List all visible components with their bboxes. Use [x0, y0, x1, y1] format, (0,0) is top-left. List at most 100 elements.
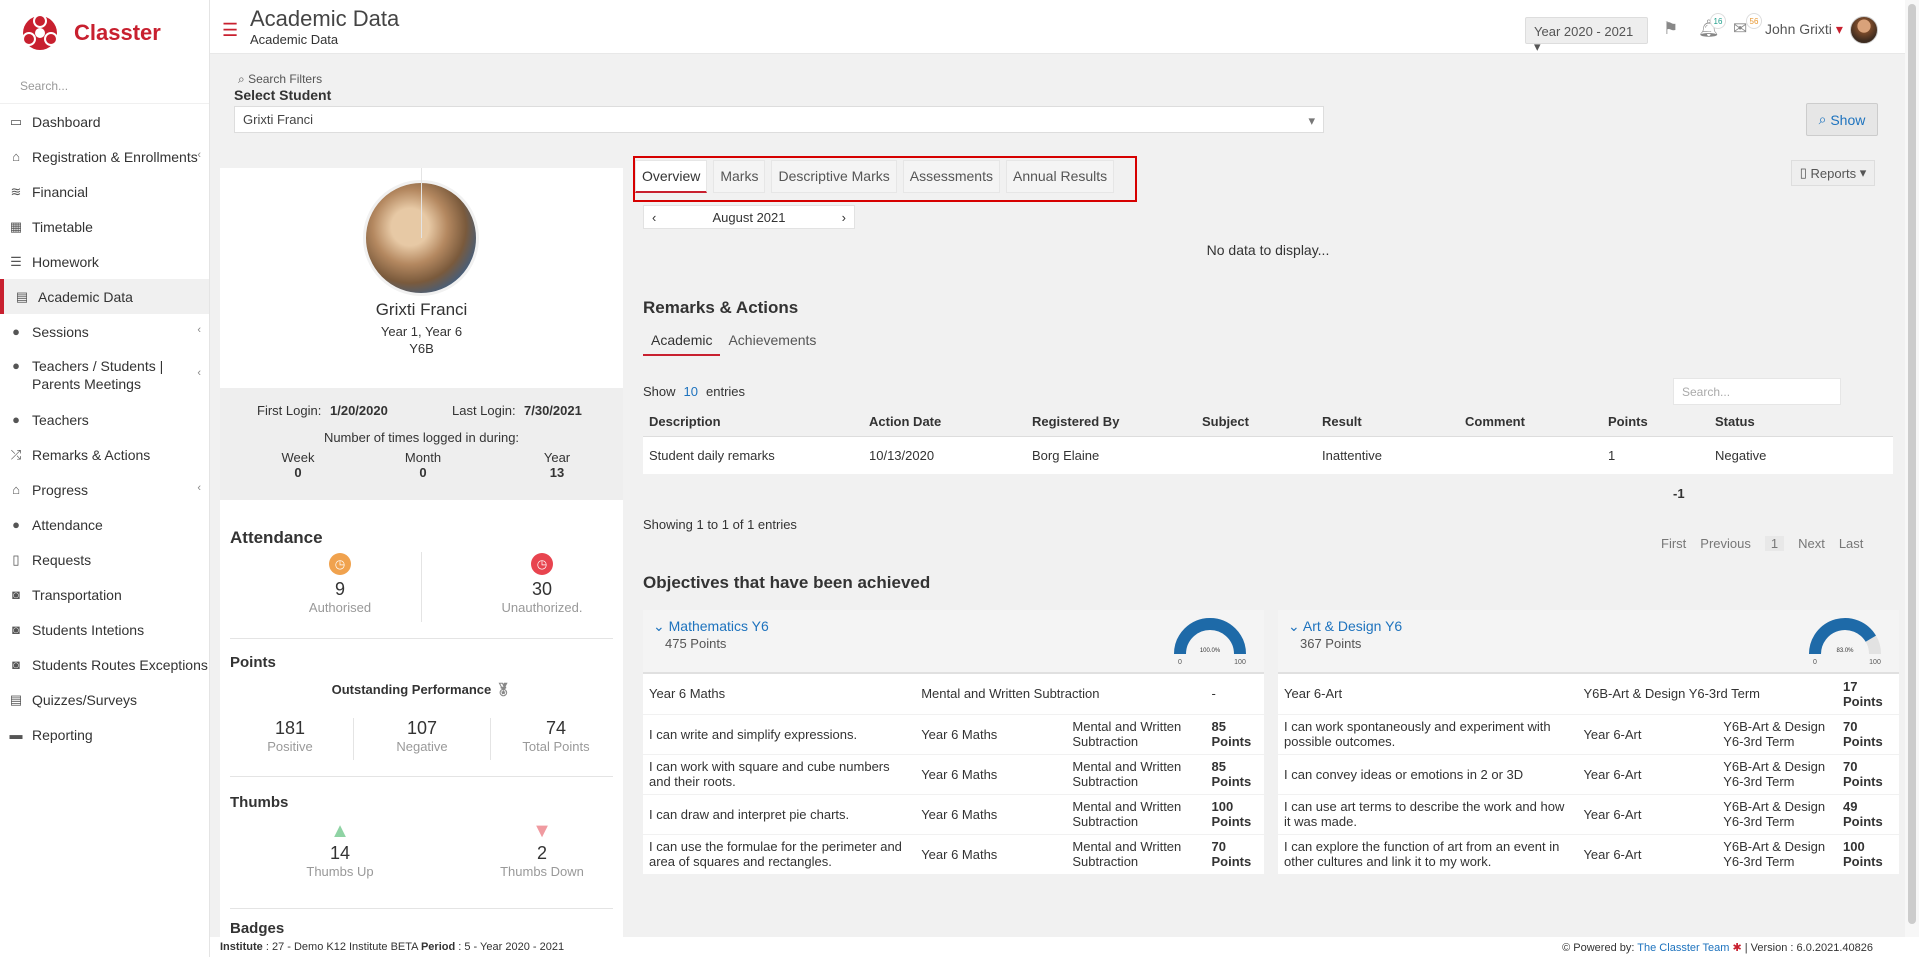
objective-card-header[interactable]: ⌄ Mathematics Y6 475 Points 100.0% 0 100	[643, 610, 1264, 674]
table-row: I can use art terms to describe the work…	[1278, 794, 1899, 835]
objective-subject[interactable]: ⌄ Art & Design Y6	[1288, 618, 1402, 635]
sidebar-item-meetings[interactable]: ● Teachers / Students | Parents Meetings ‹	[0, 349, 209, 402]
copyright-icon: ©	[1562, 942, 1571, 954]
sidebar-item-homework[interactable]: ☰ Homework	[0, 244, 209, 279]
table-cell: 49 Points	[1837, 794, 1899, 835]
attendance-title: Attendance	[230, 528, 323, 547]
column-header[interactable]: Result	[1316, 408, 1459, 437]
printer-icon: ▬	[9, 727, 23, 742]
thumbs-up-stat: ▲ 14 Thumbs Up	[270, 820, 410, 879]
chevron-left-icon: ‹	[197, 482, 201, 494]
table-cell	[1196, 436, 1316, 475]
table-cell: 70 Points	[1837, 754, 1899, 795]
sidebar-item-attendance[interactable]: ● Attendance	[0, 507, 209, 542]
objective-subject[interactable]: ⌄ Mathematics Y6	[653, 618, 769, 635]
page-next[interactable]: Next	[1798, 536, 1825, 551]
show-button[interactable]: ⌕ Show	[1806, 103, 1878, 136]
sidebar-item-financial[interactable]: ≋ Financial	[0, 174, 209, 209]
brand[interactable]: Classter	[0, 0, 209, 66]
classter-logo-icon: ✱	[1732, 942, 1742, 954]
column-header[interactable]: Comment	[1459, 408, 1602, 437]
student-name: Grixti Franci	[375, 300, 468, 319]
page-previous[interactable]: Previous	[1700, 536, 1751, 551]
objectives-table: Year 6 Maths Mental and Written Subtract…	[643, 674, 1264, 875]
clock-icon: ◷	[531, 553, 553, 575]
thumbs-down-icon: ▼	[532, 820, 552, 842]
scrollbar-thumb[interactable]	[1908, 4, 1916, 924]
table-cell: Y6B-Art & Design Y6-3rd Term	[1717, 834, 1837, 875]
sidebar-item-dashboard[interactable]: ▭ Dashboard	[0, 104, 209, 139]
sidebar-item-timetable[interactable]: ▦ Timetable	[0, 209, 209, 244]
column-header[interactable]: Action Date	[863, 408, 1026, 437]
sidebar-item-reporting[interactable]: ▬ Reporting	[0, 717, 209, 752]
entries-count-select[interactable]: 10	[684, 384, 698, 399]
clock-icon: ◷	[329, 553, 351, 575]
chevron-left-icon: ‹	[197, 324, 201, 336]
sidebar-item-progress[interactable]: ⌂ Progress ‹	[0, 472, 209, 507]
list-icon: ☰	[10, 253, 22, 269]
sidebar-item-students-intetions[interactable]: ◙ Students Intetions	[0, 612, 209, 647]
chevron-right-icon[interactable]: ›	[842, 210, 846, 225]
tab-achievements[interactable]: Achievements	[720, 326, 824, 356]
table-cell: I can work spontaneously and experiment …	[1278, 714, 1578, 755]
chevron-down-icon: ⌄	[1288, 618, 1300, 634]
column-header[interactable]: Description	[643, 408, 863, 437]
chevron-left-icon[interactable]: ‹	[652, 210, 656, 225]
sidebar-item-transportation[interactable]: ◙ Transportation	[0, 577, 209, 612]
table-row: Year 6-Art Y6B-Art & Design Y6-3rd Term …	[1278, 674, 1899, 715]
table-cell: Student daily remarks	[643, 436, 863, 475]
sidebar-item-sessions[interactable]: ● Sessions ‹	[0, 314, 209, 349]
login-year: Year 13	[543, 450, 571, 480]
column-header[interactable]: Status	[1709, 408, 1893, 437]
table-cell: I can draw and interpret pie charts.	[643, 794, 916, 835]
table-cell: Inattentive	[1316, 436, 1459, 475]
sidebar-search-input[interactable]: Search...	[0, 66, 209, 104]
sidebar-item-remarks[interactable]: ⤮ Remarks & Actions	[0, 437, 209, 472]
classter-team-link[interactable]: The Classter Team	[1637, 942, 1729, 954]
badges-title: Badges	[230, 920, 285, 937]
user-avatar[interactable]	[1850, 16, 1878, 44]
sidebar-item-teachers[interactable]: ● Teachers	[0, 402, 209, 437]
chevron-left-icon: ‹	[197, 367, 201, 379]
table-cell: Year 6 Maths	[915, 754, 1067, 795]
page-number[interactable]: 1	[1764, 536, 1785, 551]
column-header[interactable]: Points	[1602, 408, 1709, 437]
reports-button[interactable]: ▯ Reports ▾	[1791, 160, 1875, 186]
table-cell: I can convey ideas or emotions in 2 or 3…	[1278, 754, 1578, 795]
thumbs-up-icon: ▲	[330, 820, 350, 842]
footer-powered: © Powered by: The Classter Team ✱ | Vers…	[1562, 942, 1873, 954]
sidebar-item-registration[interactable]: ⌂ Registration & Enrollments ‹	[0, 139, 209, 174]
sidebar-item-requests[interactable]: ▯ Requests	[0, 542, 209, 577]
bus-icon: ◙	[12, 622, 20, 637]
column-header[interactable]: Subject	[1196, 408, 1316, 437]
year-select[interactable]: Year 2020 - 2021 ▾	[1525, 17, 1648, 54]
user-x-icon: ●	[12, 517, 20, 532]
bank-icon: ⌂	[12, 149, 20, 164]
student-select[interactable]: Grixti Franci ▾	[234, 106, 1324, 133]
menu-toggle-icon[interactable]: ☰	[222, 20, 238, 41]
table-row[interactable]: Student daily remarks 10/13/2020 Borg El…	[643, 436, 1893, 475]
teachers-icon: ●	[12, 412, 20, 427]
divider	[421, 552, 422, 622]
search-icon: ⌕	[238, 72, 245, 86]
objective-card-header[interactable]: ⌄ Art & Design Y6 367 Points 83.0% 0 100	[1278, 610, 1899, 674]
page-first[interactable]: First	[1661, 536, 1686, 551]
sidebar-item-academic-data[interactable]: ▤ Academic Data	[0, 279, 209, 314]
column-header[interactable]: Registered By	[1026, 408, 1196, 437]
remarks-search-input[interactable]: Search...	[1673, 378, 1841, 405]
sidebar-item-quizzes[interactable]: ▤ Quizzes/Surveys	[0, 682, 209, 717]
table-cell: Y6B-Art & Design Y6-3rd Term	[1717, 754, 1837, 795]
vertical-scrollbar[interactable]	[1905, 0, 1919, 937]
search-filters[interactable]: ⌕ Search Filters	[238, 72, 322, 87]
login-stats: First Login: 1/20/2020 Last Login: 7/30/…	[220, 388, 623, 500]
sidebar-item-routes-exceptions[interactable]: ◙ Students Routes Exceptions	[0, 647, 209, 682]
table-cell: 85 Points	[1205, 754, 1264, 795]
academic-panel: Overview Marks Descriptive Marks Assessm…	[633, 150, 1903, 940]
table-cell: Mental and Written Subtraction	[1066, 834, 1206, 875]
page-last[interactable]: Last	[1839, 536, 1864, 551]
user-menu[interactable]: John Grixti ▾	[1765, 21, 1843, 38]
flag-icon[interactable]: ⚑	[1663, 19, 1678, 39]
breadcrumb: Academic Data	[250, 32, 339, 47]
tab-academic[interactable]: Academic	[643, 326, 721, 356]
meeting-icon: ●	[12, 357, 20, 373]
